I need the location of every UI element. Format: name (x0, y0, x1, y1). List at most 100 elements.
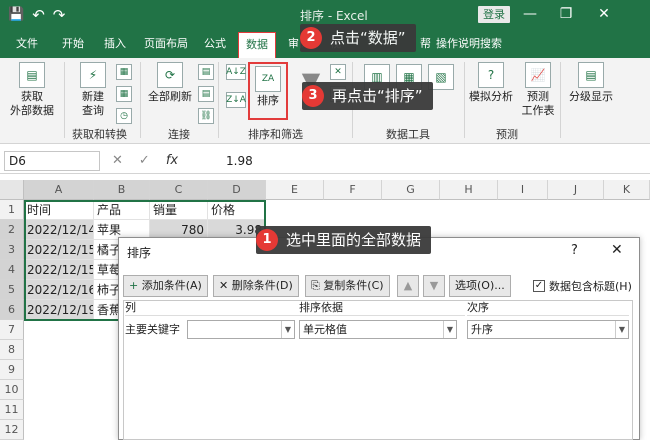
step-badge-1: 1 (256, 229, 278, 251)
new-query-icon: ⚡ (80, 62, 106, 88)
table-cell[interactable]: 2022/12/19 (24, 300, 94, 320)
primary-key-select[interactable]: ▼ (187, 320, 295, 339)
sort-button[interactable]: ZA 排序 (248, 62, 288, 120)
dialog-close-icon[interactable]: ✕ (611, 242, 623, 258)
divider (64, 62, 65, 138)
callout-step-1: 选中里面的全部数据 (256, 226, 432, 254)
select-all-corner[interactable] (0, 180, 24, 200)
divider (464, 62, 465, 138)
header-cell-product[interactable]: 产品 (94, 200, 150, 220)
move-up-button[interactable]: ▲ (397, 275, 419, 297)
dialog-title: 排序 (127, 246, 152, 260)
group-label-connections: 连接 (168, 128, 190, 141)
row-header[interactable]: 3 (0, 240, 24, 260)
divider (218, 62, 219, 138)
forecast-label: 预测 工作表 (521, 90, 555, 117)
refresh-all-button[interactable]: ⟳ 全部刷新 (146, 62, 194, 104)
copy-icon: ⎘ (311, 279, 320, 292)
order-select[interactable]: 升序 ▼ (467, 320, 629, 339)
restore-icon[interactable]: ❐ (556, 5, 576, 23)
tab-help[interactable]: 帮助 (420, 30, 436, 58)
col-header-j[interactable]: J (548, 180, 604, 200)
formula-input[interactable]: 1.98 (226, 151, 253, 171)
clear-filter-icon[interactable]: ✕ (330, 64, 346, 80)
col-header-i[interactable]: I (498, 180, 548, 200)
row-header[interactable]: 8 (0, 340, 24, 360)
sort-on-select[interactable]: 单元格值 ▼ (299, 320, 457, 339)
order-value: 升序 (471, 323, 493, 336)
tab-formulas[interactable]: 公式 (204, 30, 226, 58)
move-down-button[interactable]: ▼ (423, 275, 445, 297)
sort-descending-icon[interactable]: Z↓A (226, 92, 246, 108)
row-header[interactable]: 1 (0, 200, 24, 220)
col-header-c[interactable]: C (150, 180, 208, 200)
col-header-g[interactable]: G (382, 180, 440, 200)
checkbox[interactable]: ✓ (533, 280, 545, 292)
table-cell[interactable]: 2022/12/15 (24, 240, 94, 260)
has-header-option[interactable]: ✓ 数据包含标题(H) (533, 278, 632, 294)
row-header[interactable]: 6 (0, 300, 24, 320)
minimize-icon[interactable]: — (520, 5, 540, 23)
row-header[interactable]: 10 (0, 380, 24, 400)
delete-level-button[interactable]: ✕ 删除条件(D) (213, 275, 299, 297)
row-header[interactable]: 2 (0, 220, 24, 240)
recent-sources-icon[interactable]: ◷ (116, 108, 132, 124)
add-level-button[interactable]: + 添加条件(A) (123, 275, 208, 297)
sort-on-header: 排序依据 (299, 299, 465, 316)
col-header-f[interactable]: F (324, 180, 382, 200)
row-header[interactable]: 12 (0, 420, 24, 440)
row-header[interactable]: 4 (0, 260, 24, 280)
col-header-h[interactable]: H (440, 180, 498, 200)
undo-icon[interactable]: ↶ (32, 4, 45, 26)
what-if-analysis-button[interactable]: ? 模拟分析 (466, 62, 516, 104)
row-header[interactable]: 7 (0, 320, 24, 340)
col-header-d[interactable]: D (208, 180, 266, 200)
header-cell-price[interactable]: 价格 (208, 200, 266, 220)
outline-button[interactable]: ▤ 分级显示 (566, 62, 616, 104)
close-icon[interactable]: ✕ (594, 5, 614, 23)
sort-ascending-icon[interactable]: A↓Z (226, 64, 246, 80)
group-label-data-tools: 数据工具 (386, 128, 430, 141)
edit-links-icon[interactable]: ⛓ (198, 108, 214, 124)
delete-level-label: 删除条件(D) (231, 279, 293, 292)
get-external-data-button[interactable]: ▤ 获取 外部数据 (8, 62, 56, 118)
new-query-button[interactable]: ⚡ 新建 查询 (74, 62, 112, 118)
col-header-e[interactable]: E (266, 180, 324, 200)
table-cell[interactable]: 2022/12/14 (24, 220, 94, 240)
tab-home[interactable]: 开始 (62, 30, 84, 58)
options-button[interactable]: 选项(O)... (449, 275, 511, 297)
table-cell[interactable]: 2022/12/15 (24, 260, 94, 280)
tab-insert[interactable]: 插入 (104, 30, 126, 58)
properties-icon[interactable]: ▤ (198, 86, 214, 102)
cancel-icon[interactable]: ✕ (112, 151, 123, 171)
table-cell[interactable]: 2022/12/16 (24, 280, 94, 300)
enter-icon[interactable]: ✓ (139, 151, 150, 171)
col-header-a[interactable]: A (24, 180, 94, 200)
fx-icon[interactable]: fx (166, 151, 178, 171)
login-button[interactable]: 登录 (478, 6, 510, 23)
tab-data[interactable]: 数据 (238, 32, 276, 58)
name-box[interactable]: D6 (4, 151, 100, 171)
from-table-icon[interactable]: ▦ (116, 86, 132, 102)
row-header[interactable]: 5 (0, 280, 24, 300)
connections-icon[interactable]: ▤ (198, 64, 214, 80)
order-header: 次序 (467, 299, 629, 316)
tab-page-layout[interactable]: 页面布局 (144, 30, 188, 58)
row-header[interactable]: 11 (0, 400, 24, 420)
copy-level-button[interactable]: ⎘ 复制条件(C) (305, 275, 390, 297)
col-header-b[interactable]: B (94, 180, 150, 200)
sort-on-value: 单元格值 (303, 323, 347, 336)
redo-icon[interactable]: ↷ (53, 4, 66, 26)
forecast-sheet-button[interactable]: 📈 预测 工作表 (518, 62, 558, 118)
row-header[interactable]: 9 (0, 360, 24, 380)
tab-file[interactable]: 文件 (16, 30, 38, 58)
col-header-k[interactable]: K (604, 180, 650, 200)
help-icon[interactable]: ? (571, 243, 578, 258)
header-cell-time[interactable]: 时间 (24, 200, 94, 220)
save-icon[interactable]: 💾 (8, 4, 24, 26)
show-queries-icon[interactable]: ▦ (116, 64, 132, 80)
tell-me-search[interactable]: 操作说明搜索 (436, 30, 502, 58)
header-cell-sales[interactable]: 销量 (150, 200, 208, 220)
connection-small-buttons: ▤ ▤ ⛓ (198, 64, 214, 126)
has-header-label: 数据包含标题(H) (549, 280, 632, 293)
